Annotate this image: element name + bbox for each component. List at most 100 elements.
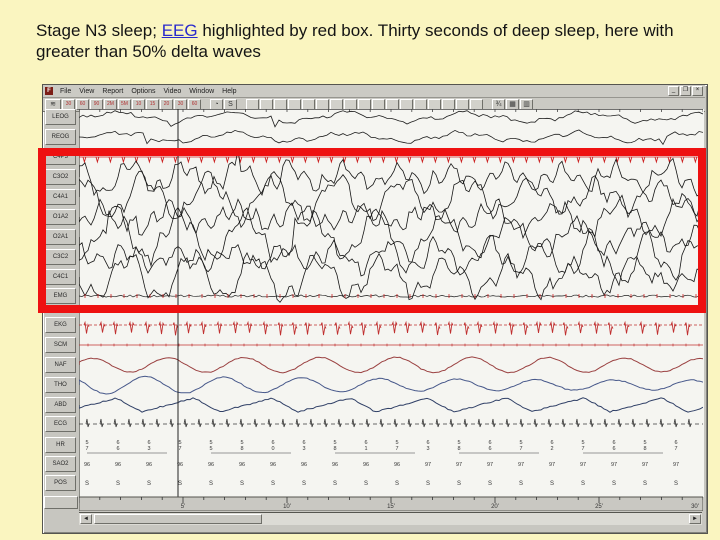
svg-text:S: S	[147, 481, 151, 487]
svg-text:97: 97	[611, 462, 617, 468]
svg-text:S: S	[488, 481, 492, 487]
horizontal-scrollbar[interactable]: ◄ ►	[79, 512, 702, 525]
channel-label-ekg[interactable]: EKG	[45, 317, 76, 333]
svg-text:8: 8	[240, 446, 243, 452]
svg-text:S: S	[426, 481, 430, 487]
channel-label-emg[interactable]: EMG	[45, 288, 76, 304]
svg-text:8: 8	[643, 446, 646, 452]
menu-item-window[interactable]: Window	[185, 88, 218, 95]
svg-text:96: 96	[270, 462, 276, 468]
menu-item-options[interactable]: Options	[127, 88, 159, 95]
svg-text:S: S	[643, 481, 647, 487]
svg-text:7: 7	[85, 446, 88, 452]
svg-text:30': 30'	[691, 504, 699, 510]
svg-text:7: 7	[581, 446, 584, 452]
svg-text:96: 96	[208, 462, 214, 468]
svg-text:97: 97	[487, 462, 493, 468]
svg-text:10': 10'	[283, 504, 291, 510]
svg-text:25': 25'	[595, 504, 603, 510]
svg-text:7: 7	[178, 446, 181, 452]
svg-text:8: 8	[333, 446, 336, 452]
svg-text:3: 3	[302, 446, 305, 452]
bottom-left-corner-block	[44, 496, 78, 509]
svg-text:96: 96	[84, 462, 90, 468]
menu-item-video[interactable]: Video	[159, 88, 185, 95]
svg-text:S: S	[271, 481, 275, 487]
menu-item-file[interactable]: File	[56, 88, 75, 95]
channel-label-leog[interactable]: LEOG	[45, 109, 76, 125]
channel-label-tho[interactable]: THO	[45, 377, 76, 393]
svg-text:97: 97	[580, 462, 586, 468]
svg-text:S: S	[581, 481, 585, 487]
channel-label-ecg[interactable]: ECG	[45, 416, 76, 432]
svg-text:S: S	[116, 481, 120, 487]
svg-text:15': 15'	[387, 504, 395, 510]
svg-text:97: 97	[425, 462, 431, 468]
svg-text:6: 6	[488, 446, 491, 452]
svg-text:2: 2	[550, 446, 553, 452]
channel-label-naf[interactable]: NAF	[45, 357, 76, 373]
svg-text:S: S	[240, 481, 244, 487]
svg-text:20': 20'	[491, 504, 499, 510]
channel-label-sao2[interactable]: SAO2	[45, 456, 76, 472]
scroll-left-arrow[interactable]: ◄	[80, 514, 92, 524]
svg-text:S: S	[209, 481, 213, 487]
svg-text:96: 96	[363, 462, 369, 468]
menu-items: File View Report Options Video Window Help	[56, 88, 241, 95]
svg-text:S: S	[612, 481, 616, 487]
svg-text:S: S	[550, 481, 554, 487]
svg-text:3: 3	[426, 446, 429, 452]
svg-text:S: S	[519, 481, 523, 487]
app-icon: F	[45, 87, 53, 95]
menu-bar: F File View Report Options Video Window Help _…	[43, 85, 705, 98]
slide-caption: Stage N3 sleep; EEG highlighted by red b…	[36, 20, 688, 62]
svg-text:0: 0	[271, 446, 274, 452]
menu-item-help[interactable]: Help	[218, 88, 240, 95]
menu-item-view[interactable]: View	[75, 88, 98, 95]
svg-text:S: S	[395, 481, 399, 487]
signal-traces: 5766635755586063586157635866576257665867…	[79, 109, 703, 511]
svg-text:S: S	[302, 481, 306, 487]
channel-label-abd[interactable]: ABD	[45, 397, 76, 413]
svg-text:S: S	[364, 481, 368, 487]
channel-label-c3o2[interactable]: C3O2	[45, 169, 76, 185]
svg-text:97: 97	[518, 462, 524, 468]
menu-item-report[interactable]: Report	[98, 88, 127, 95]
svg-text:96: 96	[301, 462, 307, 468]
channel-label-pos[interactable]: POS	[45, 475, 76, 491]
channel-label-c4a1[interactable]: C4A1	[45, 189, 76, 205]
scroll-right-arrow[interactable]: ►	[689, 514, 701, 524]
scrollbar-thumb[interactable]	[94, 514, 262, 524]
restore-button[interactable]: ❐	[680, 86, 691, 96]
svg-text:7: 7	[674, 446, 677, 452]
eeg-link[interactable]: EEG	[162, 21, 198, 40]
channel-label-c4p3[interactable]: C4P3	[45, 149, 76, 165]
svg-text:5: 5	[209, 446, 212, 452]
minimize-button[interactable]: _	[668, 86, 679, 96]
svg-text:96: 96	[332, 462, 338, 468]
channel-label-c4c1[interactable]: C4C1	[45, 269, 76, 285]
slide: Stage N3 sleep; EEG highlighted by red b…	[0, 0, 720, 540]
svg-text:1: 1	[364, 446, 367, 452]
close-button[interactable]: ×	[692, 86, 703, 96]
svg-text:6: 6	[612, 446, 615, 452]
channel-label-reog[interactable]: REOG	[45, 129, 76, 145]
svg-text:6: 6	[116, 446, 119, 452]
channel-label-o2a1[interactable]: O2A1	[45, 229, 76, 245]
svg-text:7: 7	[395, 446, 398, 452]
svg-text:S: S	[333, 481, 337, 487]
channel-label-c3c2[interactable]: C3C2	[45, 249, 76, 265]
svg-text:96: 96	[394, 462, 400, 468]
svg-text:96: 96	[146, 462, 152, 468]
svg-text:96: 96	[239, 462, 245, 468]
svg-text:S: S	[178, 481, 182, 487]
svg-text:97: 97	[673, 462, 679, 468]
channel-label-o1a2[interactable]: O1A2	[45, 209, 76, 225]
svg-text:97: 97	[642, 462, 648, 468]
svg-text:96: 96	[115, 462, 121, 468]
channel-label-scm[interactable]: SCM	[45, 337, 76, 353]
svg-text:S: S	[85, 481, 89, 487]
caption-text-before: Stage N3 sleep;	[36, 21, 162, 40]
svg-text:5': 5'	[181, 504, 185, 510]
channel-label-hr[interactable]: HR	[45, 437, 76, 453]
